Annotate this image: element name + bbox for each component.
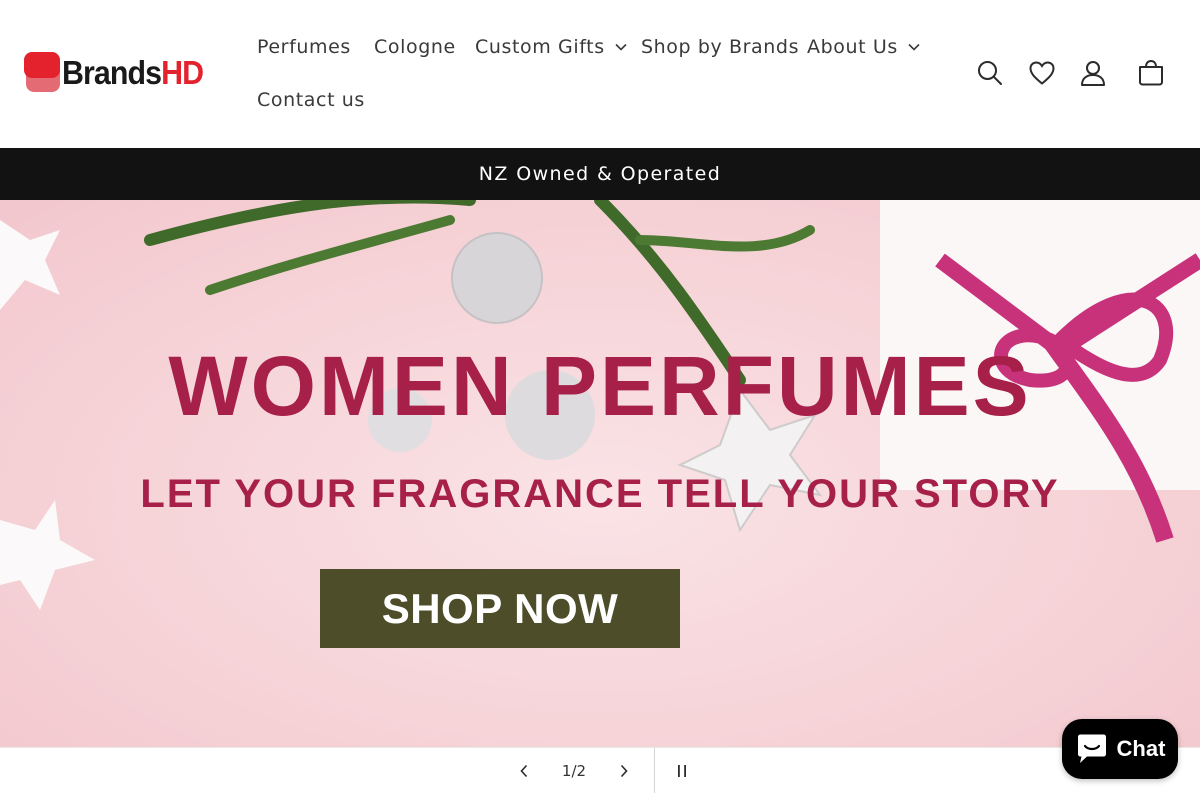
logo-mark-icon	[24, 52, 62, 94]
search-icon	[978, 61, 1002, 85]
search-button[interactable]	[973, 56, 1007, 90]
chevron-left-icon	[520, 764, 528, 777]
pause-slideshow-button[interactable]	[666, 748, 698, 793]
account-icon	[1081, 61, 1105, 86]
chat-button[interactable]: Chat	[1062, 719, 1178, 779]
logo-text: BrandsHD	[62, 54, 204, 91]
chevron-down-icon	[615, 43, 627, 51]
account-button[interactable]	[1076, 56, 1110, 90]
nav-item-contact-us[interactable]: Contact us	[257, 89, 365, 111]
shop-now-button[interactable]: SHOP NOW	[320, 569, 680, 648]
chat-label: Chat	[1116, 736, 1166, 761]
hero-subtitle: LET YOUR FRAGRANCE TELL YOUR STORY	[140, 472, 1060, 516]
cart-icon	[1139, 59, 1163, 86]
nav-item-shop-by-brands[interactable]: Shop by Brands	[641, 36, 799, 58]
hero-banner[interactable]: WOMEN PERFUMES LET YOUR FRAGRANCE TELL Y…	[0, 200, 1200, 747]
nav-item-cologne[interactable]: Cologne	[374, 36, 456, 58]
chevron-right-icon	[620, 764, 628, 777]
brand-logo[interactable]: BrandsHD	[24, 52, 215, 94]
slideshow-controls: 1/2	[0, 747, 1200, 793]
controls-divider	[654, 748, 655, 793]
announcement-text: NZ Owned & Operated	[478, 163, 722, 185]
hero-title: WOMEN PERFUMES	[168, 339, 1032, 433]
announcement-bar: NZ Owned & Operated	[0, 148, 1200, 200]
heart-icon	[1029, 61, 1055, 85]
slide-counter: 1/2	[561, 761, 587, 780]
site-header: BrandsHD Perfumes Cologne Custom Gifts S…	[0, 0, 1200, 148]
next-slide-button[interactable]	[608, 748, 640, 793]
pause-icon	[678, 764, 686, 777]
nav-item-custom-gifts[interactable]: Custom Gifts	[475, 36, 627, 58]
cart-button[interactable]	[1134, 56, 1168, 90]
nav-item-about-us[interactable]: About Us	[807, 36, 920, 58]
chat-bubble-icon	[1077, 734, 1106, 763]
previous-slide-button[interactable]	[508, 748, 540, 793]
chevron-down-icon	[908, 43, 920, 51]
wishlist-button[interactable]	[1025, 56, 1059, 90]
nav-item-perfumes[interactable]: Perfumes	[257, 36, 351, 58]
